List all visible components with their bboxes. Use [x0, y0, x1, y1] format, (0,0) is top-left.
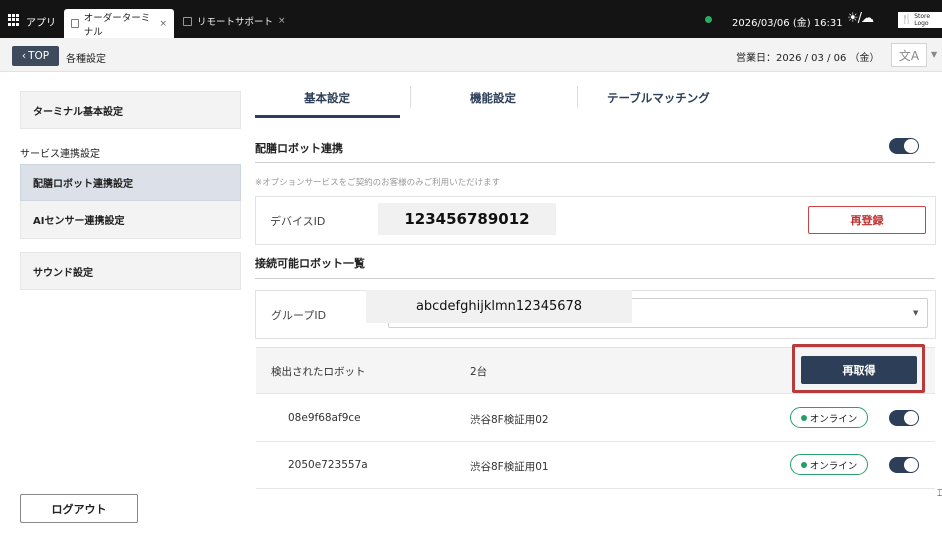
close-icon[interactable]: × [278, 16, 286, 26]
robot-id: 08e9f68af9ce [288, 412, 361, 424]
system-bar: アプリ オーダーターミナル × リモートサポート × 2026/03/06 (金… [0, 0, 942, 38]
language-button[interactable]: 文A [891, 43, 927, 67]
device-id-value: 123456789012 [378, 203, 556, 235]
group-id-value: abcdefghijklmn12345678 [366, 290, 632, 323]
online-dot-icon [800, 414, 807, 421]
close-icon[interactable]: × [159, 19, 167, 29]
sidebar-item-sound[interactable]: サウンド設定 [20, 252, 241, 290]
robot-name: 渋谷8F検証用02 [470, 414, 549, 426]
status-badge: オンライン [790, 454, 868, 475]
scroll-handle-icon[interactable]: ⌶ [937, 489, 942, 499]
tab-label: オーダーターミナル [83, 12, 151, 38]
back-to-top-button[interactable]: ‹ TOP [12, 46, 59, 66]
page-icon [71, 19, 79, 28]
chevron-down-icon[interactable]: ▼ [913, 309, 918, 317]
tab-label: リモートサポート [197, 17, 274, 28]
tab-basic-settings[interactable]: 基本設定 [304, 90, 350, 106]
sidebar-item-label: 配膳ロボット連携設定 [33, 179, 133, 190]
highlight-box [792, 344, 925, 393]
option-note: ※オプションサービスをご契約のお客様のみご利用いただけます [255, 178, 501, 188]
sidebar-item-robot[interactable]: 配膳ロボット連携設定 [20, 164, 241, 201]
robot-list-title: 接続可能ロボット一覧 [255, 257, 365, 270]
robot-toggle[interactable] [889, 410, 919, 426]
tab-remote-support[interactable]: リモートサポート × [176, 9, 293, 33]
logout-button[interactable]: ログアウト [20, 494, 138, 523]
chevron-down-icon[interactable]: ▼ [931, 50, 937, 59]
robot-name: 渋谷8F検証用01 [470, 461, 549, 473]
active-tab-indicator [255, 115, 400, 118]
business-date: 営業日：2026 / 03 / 06 （金） [736, 53, 880, 64]
tab-order-terminal[interactable]: オーダーターミナル × [64, 9, 174, 38]
screen-share-icon [183, 16, 192, 26]
robot-toggle[interactable] [889, 457, 919, 473]
sidebar-item-label: ターミナル基本設定 [33, 106, 123, 118]
status-label: オンライン [809, 413, 858, 425]
tab-function-settings[interactable]: 機能設定 [470, 90, 516, 106]
page-title: 各種設定 [66, 54, 106, 65]
device-id-label: デバイスID [270, 215, 326, 228]
status-badge: オンライン [790, 407, 868, 428]
detected-robots-label: 検出されたロボット [271, 366, 366, 378]
sidebar-item-label: サウンド設定 [33, 267, 93, 279]
detected-robots-count: 2台 [470, 366, 488, 378]
back-button-label: TOP [28, 50, 50, 62]
tab-divider [410, 86, 411, 108]
tab-table-matching[interactable]: テーブルマッチング [607, 90, 710, 106]
tab-divider [577, 86, 578, 108]
robot-id: 2050e723557a [288, 459, 368, 471]
sidebar-item-label: AIセンサー連携設定 [33, 216, 125, 227]
robot-section-title: 配膳ロボット連携 [255, 142, 343, 155]
sidebar-item-ai-sensor[interactable]: AIセンサー連携設定 [20, 201, 241, 239]
divider [255, 162, 935, 163]
online-dot-icon [800, 461, 807, 468]
reregister-button[interactable]: 再登録 [808, 206, 926, 234]
sun-cloud-icon: ☀/☁ [847, 11, 874, 26]
chevron-left-icon: ‹ [21, 50, 27, 62]
connection-status-icon [705, 16, 712, 23]
group-id-label: グループID [271, 309, 327, 322]
screen: アプリ オーダーターミナル × リモートサポート × 2026/03/06 (金… [0, 0, 942, 534]
apps-grid-icon[interactable] [8, 14, 20, 26]
sidebar-item-terminal-basic[interactable]: ターミナル基本設定 [20, 91, 241, 129]
system-datetime: 2026/03/06 (金) 16:31 [732, 18, 843, 29]
status-label: オンライン [809, 460, 858, 472]
divider [255, 278, 935, 279]
translate-icon: 文A [898, 48, 920, 63]
store-logo: 🍴 Store Logo [898, 12, 942, 28]
apps-label[interactable]: アプリ [26, 14, 56, 29]
sidebar-section-service: サービス連携設定 [20, 149, 100, 160]
robot-integration-toggle[interactable] [889, 138, 919, 154]
